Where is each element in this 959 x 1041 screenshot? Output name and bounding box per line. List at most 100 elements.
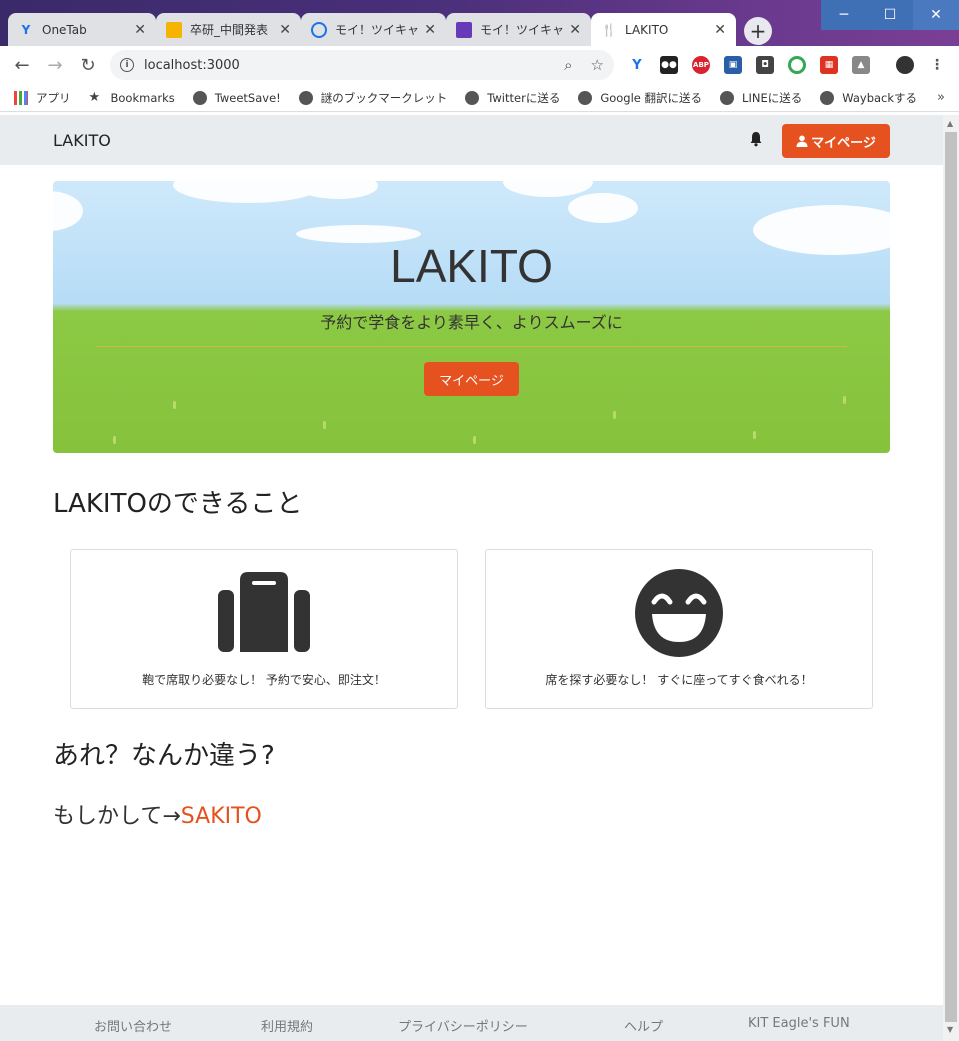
slides-icon — [166, 21, 182, 38]
tab-label: OneTab — [42, 22, 87, 37]
hero-subtitle: 予約で学食をより素早く、よりスムーズに — [320, 313, 623, 332]
feature-text: 席を探す必要なし！ すぐに座ってすぐ食べれる！ — [545, 673, 813, 687]
refresh-extension-icon[interactable] — [788, 56, 806, 74]
globe-icon — [465, 90, 480, 105]
tab-twitcasting[interactable]: モイ！ツイキャス ✕ — [301, 13, 446, 46]
bookmark-mystery[interactable]: 謎のブックマークレット — [298, 90, 448, 106]
mypage-nav-button[interactable]: マイページ — [782, 124, 890, 158]
grass-decoration — [753, 431, 756, 439]
bookmark-label: Twitterに送る — [487, 90, 561, 105]
app-navbar: LAKITO マイページ — [0, 115, 943, 165]
bookmark-twitter[interactable]: Twitterに送る — [465, 90, 560, 106]
bookmark-label: TweetSave! — [214, 90, 281, 105]
navbar-brand[interactable]: LAKITO — [53, 131, 111, 150]
bookmark-google-translate[interactable]: Google 翻訳に送る — [578, 90, 702, 106]
back-icon[interactable]: ← — [7, 50, 37, 80]
scrollbar-thumb[interactable] — [945, 132, 957, 1022]
tab-label: モイ！ツイキャス — [480, 23, 564, 37]
grass-decoration — [323, 421, 326, 429]
footer-link-terms[interactable]: 利用規約 — [261, 1016, 313, 1035]
footer-link-privacy[interactable]: プライバシーポリシー — [398, 1016, 528, 1035]
tab-lakito[interactable]: 🍴 LAKITO ✕ — [591, 13, 736, 46]
tab-label: モイ！ツイキャス — [335, 23, 419, 37]
window-close-icon[interactable]: ✕ — [913, 0, 959, 30]
mypage-nav-label: マイページ — [811, 135, 876, 151]
feature-card-seat: 席を探す必要なし！ すぐに座ってすぐ食べれる！ — [485, 549, 873, 709]
twitcasting-icon — [311, 21, 327, 38]
info-icon[interactable]: i — [120, 58, 134, 72]
browser-tab-strip: Y OneTab ✕ 卒研_中間発表 ✕ モイ！ツイキャス ✕ モイ！ツイキャス… — [0, 0, 959, 46]
avatar[interactable] — [896, 56, 914, 74]
footer-link-kit[interactable]: KIT Eagle's FUN — [748, 1016, 850, 1031]
keep-icon[interactable]: ◘ — [756, 56, 774, 74]
hero-divider — [96, 346, 847, 347]
tab-slides[interactable]: 卒研_中間発表 ✕ — [156, 13, 301, 46]
reload-icon[interactable]: ↻ — [73, 50, 103, 80]
tampermonkey-icon[interactable]: ●● — [660, 56, 678, 74]
footer: お問い合わせ 利用規約 プライバシーポリシー ヘルプ KIT Eagle's F… — [0, 1005, 943, 1041]
footer-link-contact[interactable]: お問い合わせ — [94, 1016, 172, 1035]
tab-label: 卒研_中間発表 — [190, 23, 269, 37]
menu-dots-icon[interactable]: ⋮ — [928, 56, 946, 74]
scroll-up-icon[interactable]: ▲ — [947, 119, 953, 128]
globe-icon — [298, 90, 313, 105]
adblock-icon[interactable]: ABP — [692, 56, 710, 74]
hero-title: LAKITO — [390, 240, 553, 292]
bookmark-wayback[interactable]: Waybackする — [820, 90, 917, 106]
new-tab-button[interactable]: + — [744, 17, 772, 45]
chevron-right-icon[interactable]: » — [937, 90, 945, 105]
page-scrollbar[interactable]: ▲ ▼ — [943, 115, 959, 1041]
grass-decoration — [843, 396, 846, 404]
forward-icon[interactable]: → — [40, 50, 70, 80]
grass-decoration — [613, 411, 616, 419]
maximize-icon[interactable]: ☐ — [867, 0, 913, 30]
grid-extension-icon[interactable]: ▦ — [820, 56, 838, 74]
close-icon[interactable]: ✕ — [714, 22, 726, 38]
save-icon[interactable]: ▣ — [724, 56, 742, 74]
hero-mypage-button[interactable]: マイページ — [424, 362, 519, 396]
star-icon: ★ — [88, 89, 101, 105]
bookmark-bookmarks[interactable]: ★ Bookmarks — [88, 89, 175, 105]
tab-forms[interactable]: モイ！ツイキャス ✕ — [446, 13, 591, 46]
globe-icon — [192, 90, 207, 105]
sakito-link[interactable]: SAKITO — [181, 804, 262, 829]
zoom-icon[interactable]: ⌕ — [564, 56, 572, 74]
close-icon[interactable]: ✕ — [279, 22, 291, 38]
bookmark-line[interactable]: LINEに送る — [720, 90, 802, 106]
page-viewport: LAKITO マイページ LAKITO 予約で学食をより素早く、よりスムーズに … — [0, 115, 943, 1041]
bookmark-label: Google 翻訳に送る — [600, 90, 703, 105]
bookmark-tweetsave[interactable]: TweetSave! — [192, 90, 281, 105]
scroll-down-icon[interactable]: ▼ — [947, 1025, 953, 1034]
globe-icon — [578, 90, 593, 105]
bookmark-label: アプリ — [36, 90, 71, 105]
onetab-extension-icon[interactable]: Y — [628, 56, 646, 74]
close-icon[interactable]: ✕ — [134, 22, 146, 38]
address-bar[interactable]: i localhost:3000 ⌕ ☆ — [110, 50, 614, 80]
wrong-heading: あれ？なんか違う? — [53, 741, 275, 771]
bookmark-label: Waybackする — [842, 90, 918, 105]
cloud-decoration — [503, 181, 593, 197]
maybe-prefix: もしかして→ — [53, 804, 181, 829]
grass-decoration — [173, 401, 176, 409]
globe-icon — [820, 90, 835, 105]
bookmark-apps[interactable]: アプリ — [14, 90, 71, 106]
tab-onetab[interactable]: Y OneTab ✕ — [8, 13, 156, 46]
bell-icon[interactable] — [749, 131, 763, 151]
browser-toolbar: ← → ↻ i localhost:3000 ⌕ ☆ Y ●● ABP ▣ ◘ … — [0, 46, 959, 84]
tab-label: LAKITO — [625, 22, 669, 37]
minimize-icon[interactable]: ─ — [821, 0, 867, 30]
bookmarks-bar: アプリ ★ Bookmarks TweetSave! 謎のブックマークレット Tw… — [0, 84, 959, 112]
bookmark-label: 謎のブックマークレット — [320, 90, 448, 105]
bookmark-star-icon[interactable]: ☆ — [591, 56, 604, 74]
user-icon — [796, 135, 808, 147]
drive-icon[interactable]: ▲ — [852, 56, 870, 74]
url-text: localhost:3000 — [144, 57, 240, 73]
close-icon[interactable]: ✕ — [424, 22, 436, 38]
close-icon[interactable]: ✕ — [569, 22, 581, 38]
fork-knife-icon: 🍴 — [601, 22, 617, 37]
grass-decoration — [473, 436, 476, 444]
window-controls: ─ ☐ ✕ — [821, 0, 959, 30]
footer-link-help[interactable]: ヘルプ — [624, 1016, 663, 1035]
bookmark-label: Bookmarks — [110, 90, 175, 105]
laughing-face-icon — [635, 569, 723, 657]
